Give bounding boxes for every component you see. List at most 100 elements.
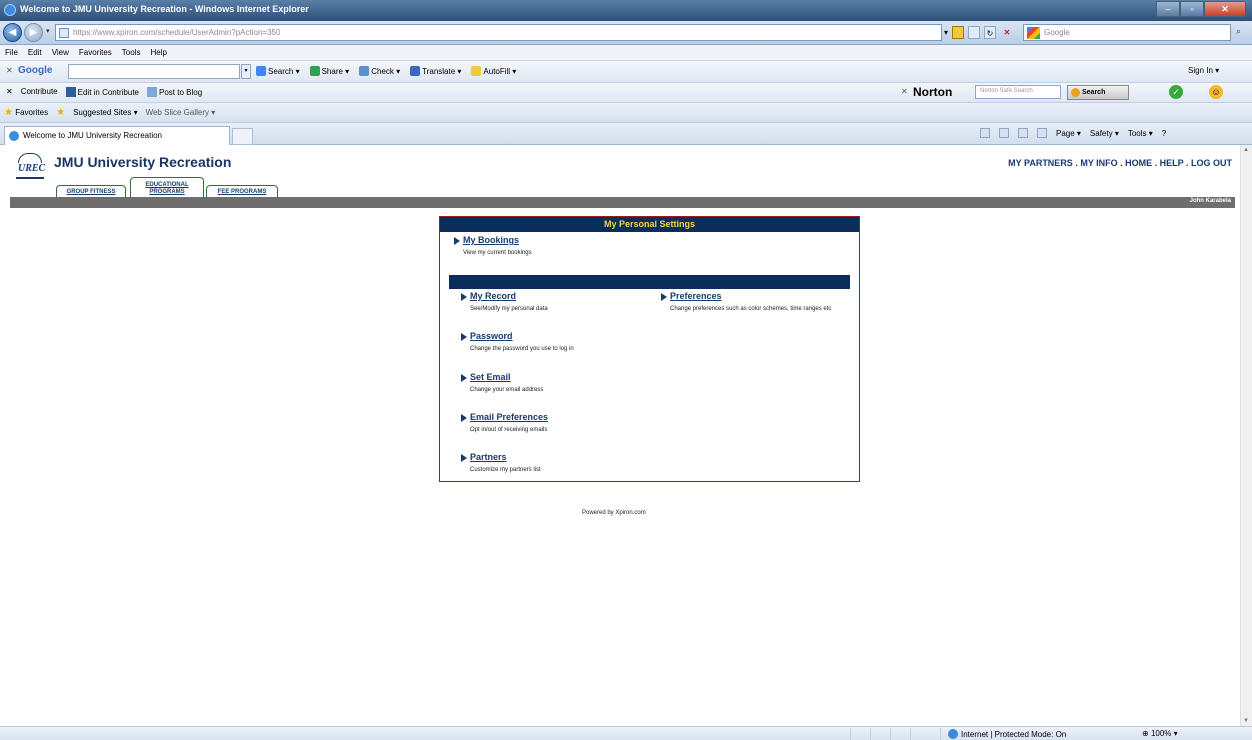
minimize-button[interactable]: – (1156, 1, 1180, 17)
menu-bar: File Edit View Favorites Tools Help (0, 45, 1252, 61)
google-tools: Search ▾ Share ▾ Check ▾ Translate ▾ Aut… (256, 66, 516, 76)
logo-dome-icon (18, 153, 42, 163)
google-search-dropdown[interactable]: ▾ (241, 64, 251, 79)
page-menu[interactable]: Page ▾ (1056, 129, 1081, 138)
settings-panel: My Personal Settings My Bookings View my… (439, 216, 860, 482)
status-divider (890, 728, 891, 740)
menu-view[interactable]: View (52, 45, 69, 60)
norton-safeweb-icon[interactable]: ☺ (1209, 85, 1223, 99)
section-divider (449, 275, 850, 289)
zoom-level[interactable]: ⊕ 100% ▾ (1142, 729, 1178, 738)
my-bookings-link[interactable]: My Bookings (454, 235, 532, 245)
norton-search-button[interactable]: Search (1067, 85, 1129, 100)
edit-in-contribute-button[interactable]: Edit in Contribute (65, 87, 139, 97)
star-icon: ★ (4, 107, 13, 118)
compatibility-icon[interactable] (968, 26, 981, 39)
window-title: Welcome to JMU University Recreation - W… (20, 4, 309, 14)
status-divider (850, 728, 851, 740)
user-bar: John Karabela (10, 197, 1235, 208)
favorites-button[interactable]: ★ Favorites (4, 107, 48, 118)
email-preferences-desc: Opt in/out of receiving emails (470, 427, 548, 433)
browser-search-input[interactable]: Google (1023, 24, 1231, 41)
address-dropdown-icon[interactable]: ▾ (944, 26, 948, 39)
url-field[interactable]: https://www.xpiron.com/schedule/UserAdmi… (55, 24, 942, 41)
partners-desc: Customize my partners list (470, 467, 541, 473)
share-icon (309, 66, 320, 76)
contribute-button[interactable]: Contribute (21, 87, 58, 97)
top-nav-links[interactable]: MY PARTNERS . MY INFO . HOME . HELP . LO… (980, 158, 1232, 168)
history-dropdown-icon[interactable]: ▾ (46, 27, 50, 35)
menu-edit[interactable]: Edit (28, 45, 42, 60)
set-email-desc: Change your email address (470, 387, 544, 393)
close-button[interactable]: ✕ (1204, 1, 1246, 17)
list-item: My Record See/Modify my personal data (461, 291, 548, 314)
logo-wave-icon (16, 177, 44, 181)
user-name: John Karabela (1189, 198, 1231, 204)
status-bar: Internet | Protected Mode: On ⊕ 100% ▾ (0, 726, 1252, 740)
menu-favorites[interactable]: Favorites (79, 45, 112, 60)
post-to-blog-button[interactable]: Post to Blog (147, 87, 202, 97)
page-content: UREC JMU University Recreation GROUP FIT… (0, 145, 1240, 726)
list-item: Partners Customize my partners list (461, 452, 541, 475)
maximize-button[interactable]: ▫ (1180, 1, 1204, 17)
forward-button[interactable]: ▶ (24, 23, 43, 42)
lock-icon[interactable] (952, 26, 965, 39)
home-icon[interactable] (980, 128, 990, 138)
window-title-bar: Welcome to JMU University Recreation - W… (0, 0, 1252, 21)
mail-icon[interactable] (1018, 128, 1028, 138)
add-favorite-icon[interactable]: ★ (56, 107, 65, 118)
google-search-button[interactable]: Search ▾ (256, 66, 300, 76)
google-icon (1027, 27, 1040, 39)
new-tab-button[interactable] (232, 128, 253, 145)
close-toolbar-icon[interactable]: ✕ (901, 87, 908, 96)
print-icon[interactable] (1037, 128, 1047, 138)
address-bar: ◀ ▶ ▾ https://www.xpiron.com/schedule/Us… (0, 21, 1252, 45)
vertical-scrollbar[interactable] (1240, 145, 1252, 726)
status-divider (910, 728, 911, 740)
google-share-button[interactable]: Share ▾ (309, 66, 349, 76)
site-title: JMU University Recreation (54, 154, 232, 170)
search-icon[interactable]: ⌕ (1236, 26, 1241, 37)
menu-help[interactable]: Help (150, 45, 166, 60)
google-autofill-button[interactable]: AutoFill ▾ (471, 66, 516, 76)
tab-active[interactable]: Welcome to JMU University Recreation (4, 126, 230, 145)
preferences-link[interactable]: Preferences (661, 291, 839, 301)
my-record-link[interactable]: My Record (461, 291, 548, 301)
email-preferences-link[interactable]: Email Preferences (461, 412, 548, 422)
close-toolbar-icon[interactable]: ✕ (6, 66, 13, 75)
google-logo: Google (18, 65, 53, 76)
web-slice-gallery-link[interactable]: Web Slice Gallery ▾ (146, 108, 216, 117)
back-button[interactable]: ◀ (3, 23, 22, 42)
browser-search-placeholder: Google (1044, 28, 1070, 37)
norton-check-icon[interactable]: ✓ (1169, 85, 1183, 99)
norton-search-input[interactable]: Norton Safe Search (975, 85, 1061, 99)
urec-logo[interactable]: UREC (16, 153, 45, 185)
tab-educational-programs[interactable]: EDUCATIONAL PROGRAMS (130, 177, 204, 199)
stop-icon[interactable]: ✕ (1000, 26, 1014, 39)
partners-link[interactable]: Partners (461, 452, 541, 462)
menu-tools[interactable]: Tools (122, 45, 141, 60)
tools-menu[interactable]: Tools ▾ (1128, 129, 1153, 138)
google-translate-button[interactable]: Translate ▾ (410, 66, 461, 76)
google-check-button[interactable]: Check ▾ (359, 66, 400, 76)
window-controls: – ▫ ✕ (1156, 1, 1246, 17)
powered-by-text: Powered by Xpiron.com (582, 510, 646, 516)
help-icon[interactable]: ? (1162, 129, 1166, 138)
status-divider (940, 728, 941, 740)
norton-logo[interactable]: Norton (913, 85, 952, 99)
menu-file[interactable]: File (5, 45, 18, 60)
security-zone[interactable]: Internet | Protected Mode: On (948, 729, 1066, 739)
suggested-sites-link[interactable]: Suggested Sites ▾ (73, 108, 138, 117)
feeds-icon[interactable] (999, 128, 1009, 138)
spellcheck-icon (359, 66, 370, 76)
blog-icon (147, 87, 157, 97)
refresh-icon[interactable]: ↻ (984, 26, 997, 39)
set-email-link[interactable]: Set Email (461, 372, 543, 382)
password-link[interactable]: Password (461, 331, 574, 341)
google-sign-in[interactable]: Sign In ▾ (1188, 66, 1219, 75)
close-toolbar-icon[interactable]: ✕ (6, 87, 13, 97)
list-item: My Bookings View my current bookings (454, 235, 532, 258)
safety-menu[interactable]: Safety ▾ (1090, 129, 1119, 138)
status-divider (870, 728, 871, 740)
google-search-input[interactable] (68, 64, 240, 79)
